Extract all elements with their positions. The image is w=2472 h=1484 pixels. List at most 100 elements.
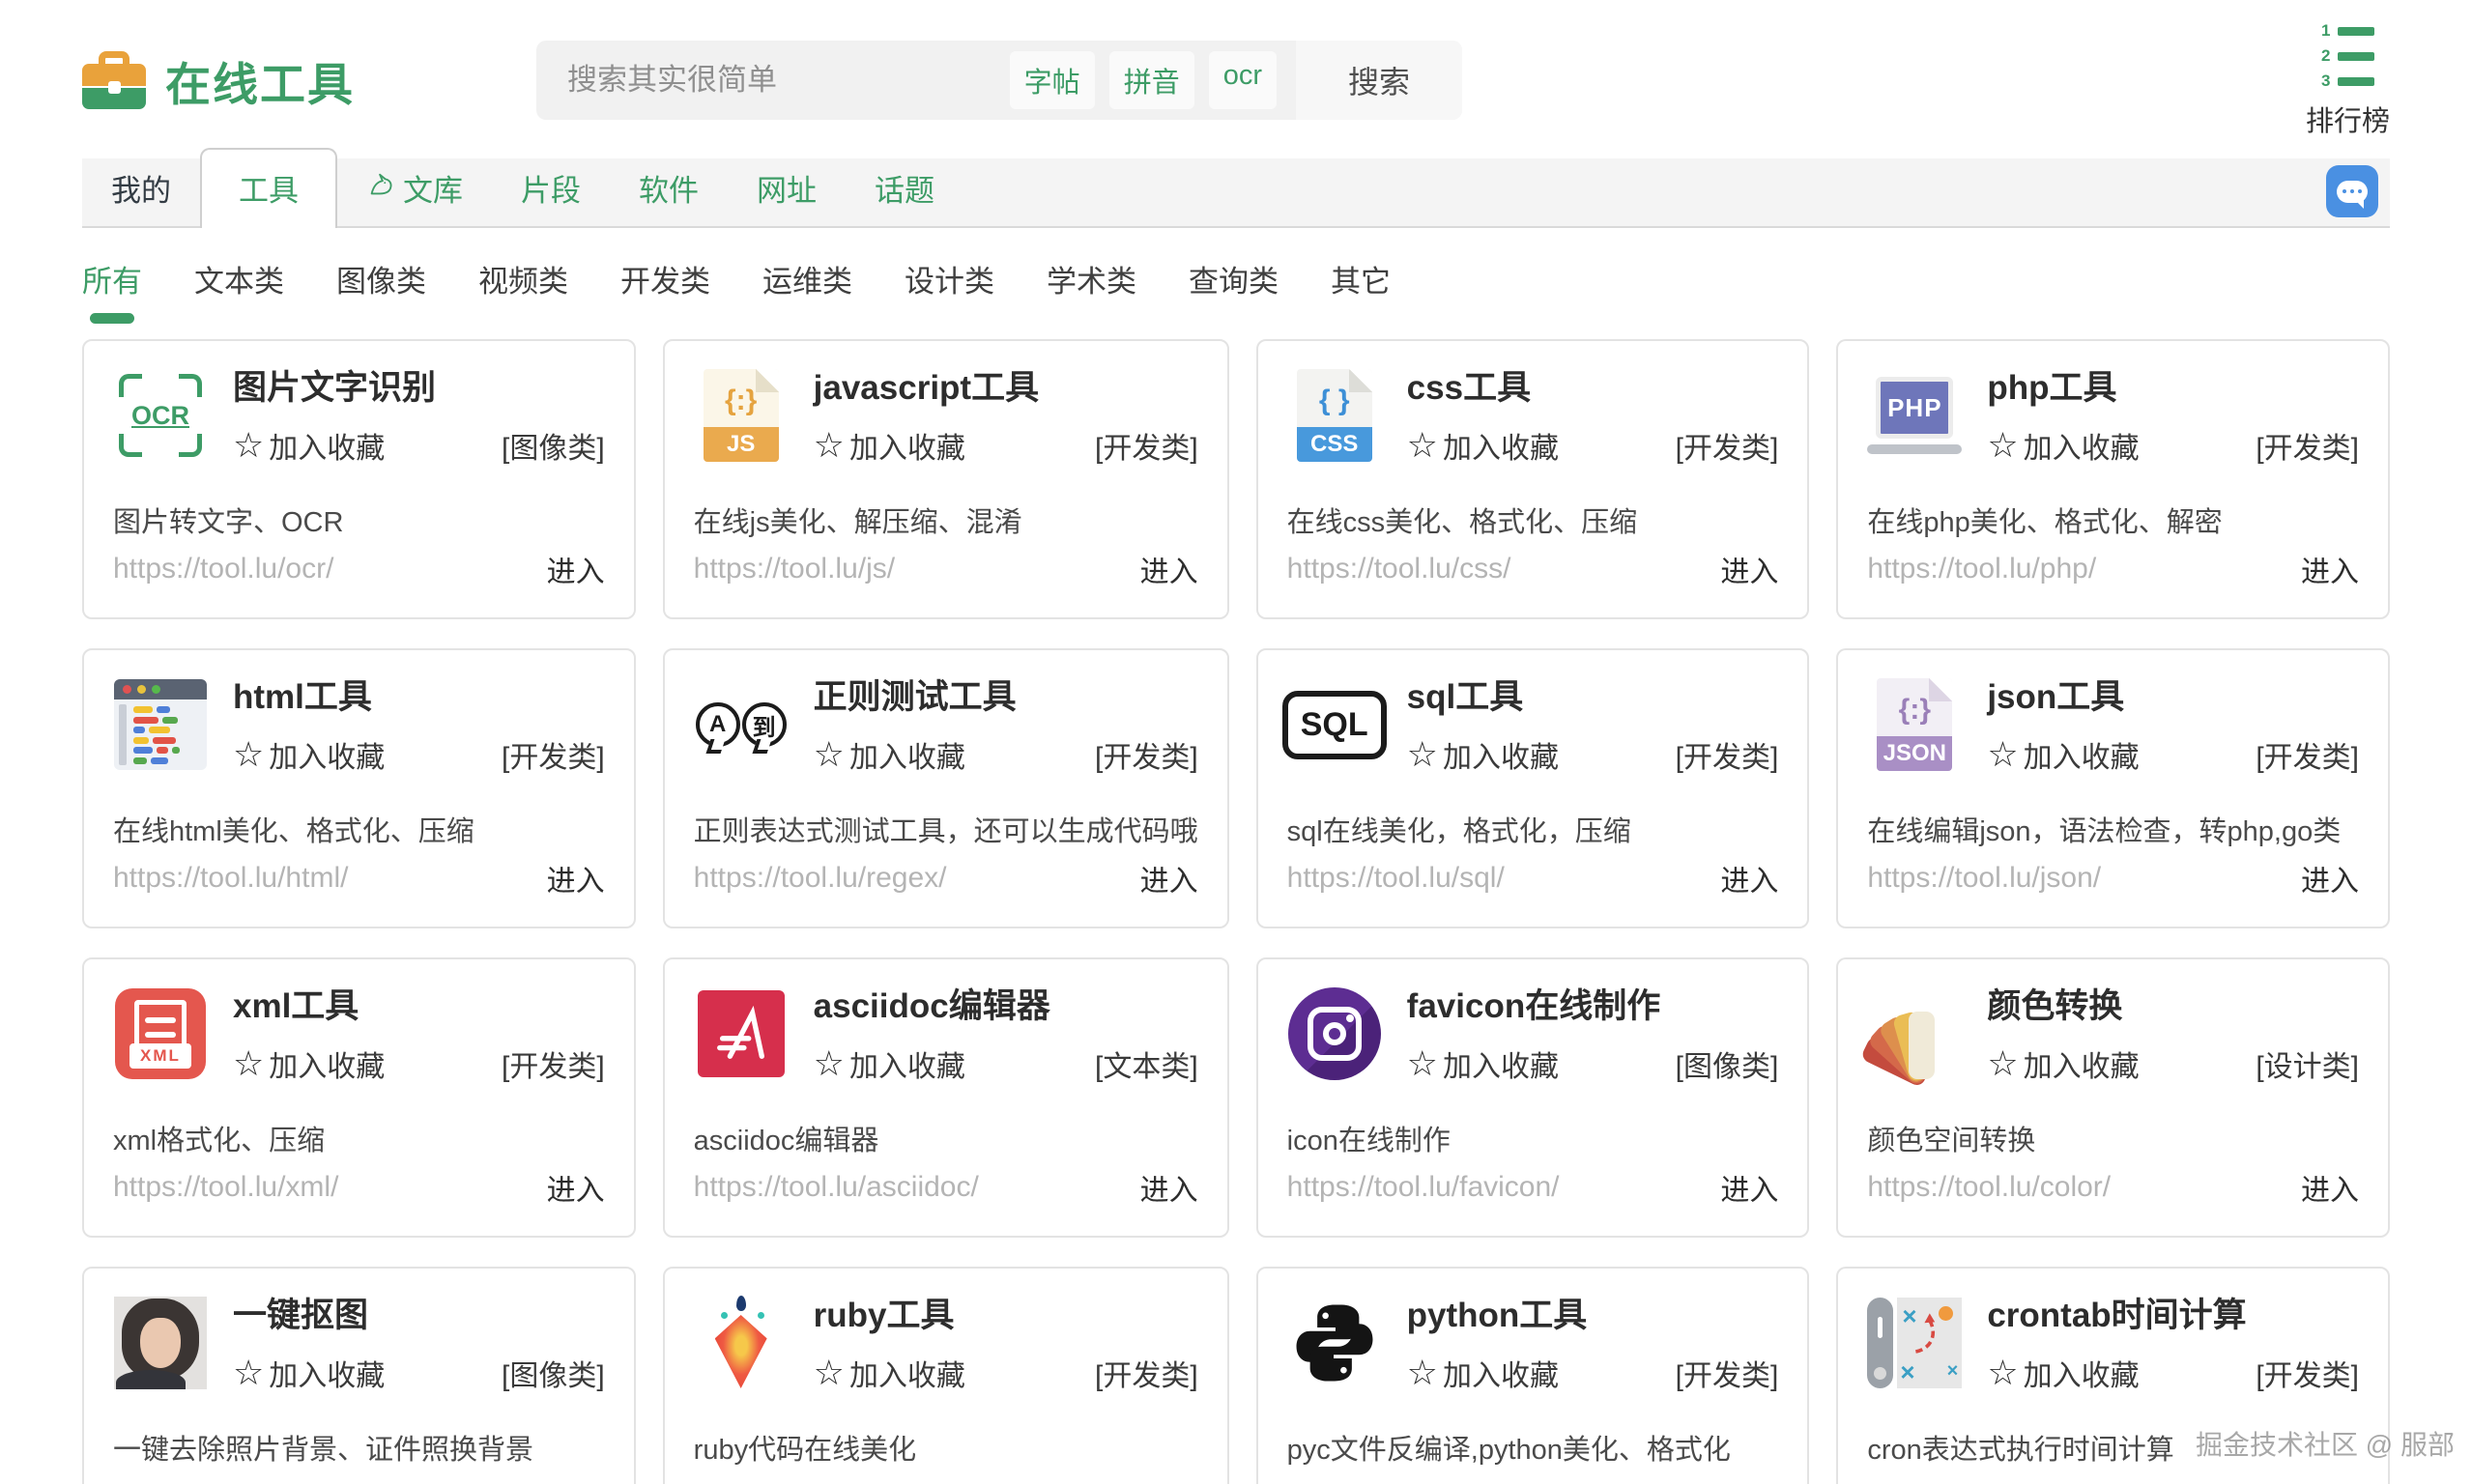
category-all[interactable]: 所有 (82, 257, 142, 324)
category-ops[interactable]: 运维类 (762, 257, 852, 324)
tool-url: https://tool.lu/regex/ (694, 862, 947, 895)
enter-link[interactable]: 进入 (2301, 1166, 2359, 1209)
category-academic[interactable]: 学术类 (1047, 257, 1136, 324)
site-title: 在线工具 (165, 47, 355, 114)
enter-link[interactable]: 进入 (547, 857, 605, 899)
enter-link[interactable]: 进入 (2301, 857, 2359, 899)
category-tag[interactable]: [文本类] (1095, 1042, 1198, 1085)
favorite-button[interactable]: ☆ 加入收藏 (1987, 1042, 2139, 1085)
favorite-button[interactable]: ☆ 加入收藏 (1987, 733, 2139, 776)
tool-title: python工具 (1407, 1296, 1779, 1336)
favorite-button[interactable]: ☆ 加入收藏 (1407, 1042, 1559, 1085)
enter-link[interactable]: 进入 (1720, 857, 1778, 899)
category-video[interactable]: 视频类 (478, 257, 568, 324)
favorite-button[interactable]: ☆ 加入收藏 (814, 1042, 965, 1085)
tab-tools[interactable]: 工具 (200, 148, 337, 228)
favorite-label: 加入收藏 (269, 424, 385, 467)
tool-url: https://tool.lu/php/ (1867, 553, 2096, 585)
category-tag[interactable]: [图像类] (502, 424, 605, 467)
star-icon: ☆ (814, 1356, 845, 1390)
favorite-label: 加入收藏 (849, 424, 965, 467)
category-tag[interactable]: [开发类] (1095, 424, 1198, 467)
favorite-label: 加入收藏 (1443, 424, 1559, 467)
favorite-button[interactable]: ☆ 加入收藏 (1987, 424, 2139, 467)
search-input[interactable] (567, 63, 1010, 98)
favorite-button[interactable]: ☆ 加入收藏 (814, 1352, 965, 1394)
python-logo-icon (1287, 1296, 1382, 1390)
favorite-button[interactable]: ☆ 加入收藏 (1407, 1352, 1559, 1394)
tool-title: 一键抠图 (233, 1296, 605, 1336)
enter-link[interactable]: 进入 (1720, 1166, 1778, 1209)
enter-link[interactable]: 进入 (2301, 548, 2359, 590)
tool-title: 正则测试工具 (814, 677, 1198, 718)
category-tag[interactable]: [开发类] (2256, 424, 2359, 467)
star-icon: ☆ (233, 1046, 264, 1081)
category-text[interactable]: 文本类 (194, 257, 284, 324)
tab-library[interactable]: 文库 (337, 150, 492, 226)
favorite-button[interactable]: ☆ 加入收藏 (814, 424, 965, 467)
tool-card: SQL sql工具 ☆ 加入收藏 [开发类] sql在线美化，格式化，压缩 ht… (1256, 648, 1810, 928)
favorite-button[interactable]: ☆ 加入收藏 (233, 424, 385, 467)
hot-tag[interactable]: 字帖 (1010, 51, 1095, 109)
favorite-label: 加入收藏 (269, 1352, 385, 1394)
favorite-button[interactable]: ☆ 加入收藏 (233, 1042, 385, 1085)
tool-card: PHP php工具 ☆ 加入收藏 [开发类] 在线php美化、格式化、解密 ht… (1836, 339, 2390, 619)
hot-tag[interactable]: ocr (1209, 51, 1277, 109)
category-tag[interactable]: [开发类] (502, 1042, 605, 1085)
tool-title: ruby工具 (814, 1296, 1198, 1336)
favorite-button[interactable]: ☆ 加入收藏 (233, 733, 385, 776)
enter-link[interactable]: 进入 (547, 1166, 605, 1209)
category-tag[interactable]: [开发类] (1676, 733, 1779, 776)
category-tag[interactable]: [开发类] (2256, 1352, 2359, 1394)
tab-topics[interactable]: 话题 (846, 150, 963, 226)
category-tag[interactable]: [开发类] (1676, 1352, 1779, 1394)
enter-link[interactable]: 进入 (547, 548, 605, 590)
tab-snippets[interactable]: 片段 (492, 150, 610, 226)
favorite-button[interactable]: ☆ 加入收藏 (814, 733, 965, 776)
tab-mine[interactable]: 我的 (82, 150, 200, 226)
ranking-label: 排行榜 (2306, 99, 2390, 139)
tool-card: favicon在线制作 ☆ 加入收藏 [图像类] icon在线制作 https:… (1256, 957, 1810, 1238)
star-icon: ☆ (1407, 737, 1438, 772)
enter-link[interactable]: 进入 (1140, 1166, 1198, 1209)
enter-link[interactable]: 进入 (1140, 548, 1198, 590)
tool-url: https://tool.lu/html/ (113, 862, 348, 895)
crontab-board-icon: ××× (1867, 1296, 1962, 1390)
favorite-button[interactable]: ☆ 加入收藏 (1407, 733, 1559, 776)
category-dev[interactable]: 开发类 (620, 257, 710, 324)
enter-link[interactable]: 进入 (1140, 857, 1198, 899)
enter-link[interactable]: 进入 (1720, 548, 1778, 590)
tool-url: https://tool.lu/color/ (1867, 1171, 2111, 1204)
cards-grid: OCR 图片文字识别 ☆ 加入收藏 [图像类] 图片转文字、OCR https:… (82, 339, 2390, 1484)
site-logo[interactable]: 在线工具 (82, 47, 355, 114)
tab-urls[interactable]: 网址 (728, 150, 846, 226)
feedback-chat-button[interactable] (2326, 165, 2378, 217)
ranking-list-icon: 1 2 3 (2321, 21, 2374, 91)
category-tag[interactable]: [图像类] (1676, 1042, 1779, 1085)
favorite-button[interactable]: ☆ 加入收藏 (1987, 1352, 2139, 1394)
category-tag[interactable]: [开发类] (1095, 1352, 1198, 1394)
tab-software[interactable]: 软件 (610, 150, 728, 226)
tool-title: favicon在线制作 (1407, 986, 1779, 1027)
favorite-label: 加入收藏 (849, 1042, 965, 1085)
tool-card: {:}JS javascript工具 ☆ 加入收藏 [开发类] 在线js美化、解… (663, 339, 1229, 619)
chat-bubble-icon (2337, 181, 2368, 203)
category-tag[interactable]: [开发类] (1095, 733, 1198, 776)
category-query[interactable]: 查询类 (1189, 257, 1279, 324)
tool-description: xml格式化、压缩 (113, 1118, 605, 1158)
category-tag[interactable]: [开发类] (1676, 424, 1779, 467)
ranking-link[interactable]: 1 2 3 排行榜 (2306, 21, 2390, 139)
favorite-button[interactable]: ☆ 加入收藏 (1407, 424, 1559, 467)
category-tag[interactable]: [设计类] (2256, 1042, 2359, 1085)
search-button[interactable]: 搜索 (1296, 41, 1462, 120)
tool-title: 颜色转换 (1987, 986, 2359, 1027)
category-other[interactable]: 其它 (1331, 257, 1391, 324)
category-design[interactable]: 设计类 (905, 257, 994, 324)
category-tag[interactable]: [图像类] (502, 1352, 605, 1394)
category-tag[interactable]: [开发类] (502, 733, 605, 776)
favorite-button[interactable]: ☆ 加入收藏 (233, 1352, 385, 1394)
tool-title: sql工具 (1407, 677, 1779, 718)
category-tag[interactable]: [开发类] (2256, 733, 2359, 776)
hot-tag[interactable]: 拼音 (1109, 51, 1194, 109)
category-image[interactable]: 图像类 (336, 257, 426, 324)
